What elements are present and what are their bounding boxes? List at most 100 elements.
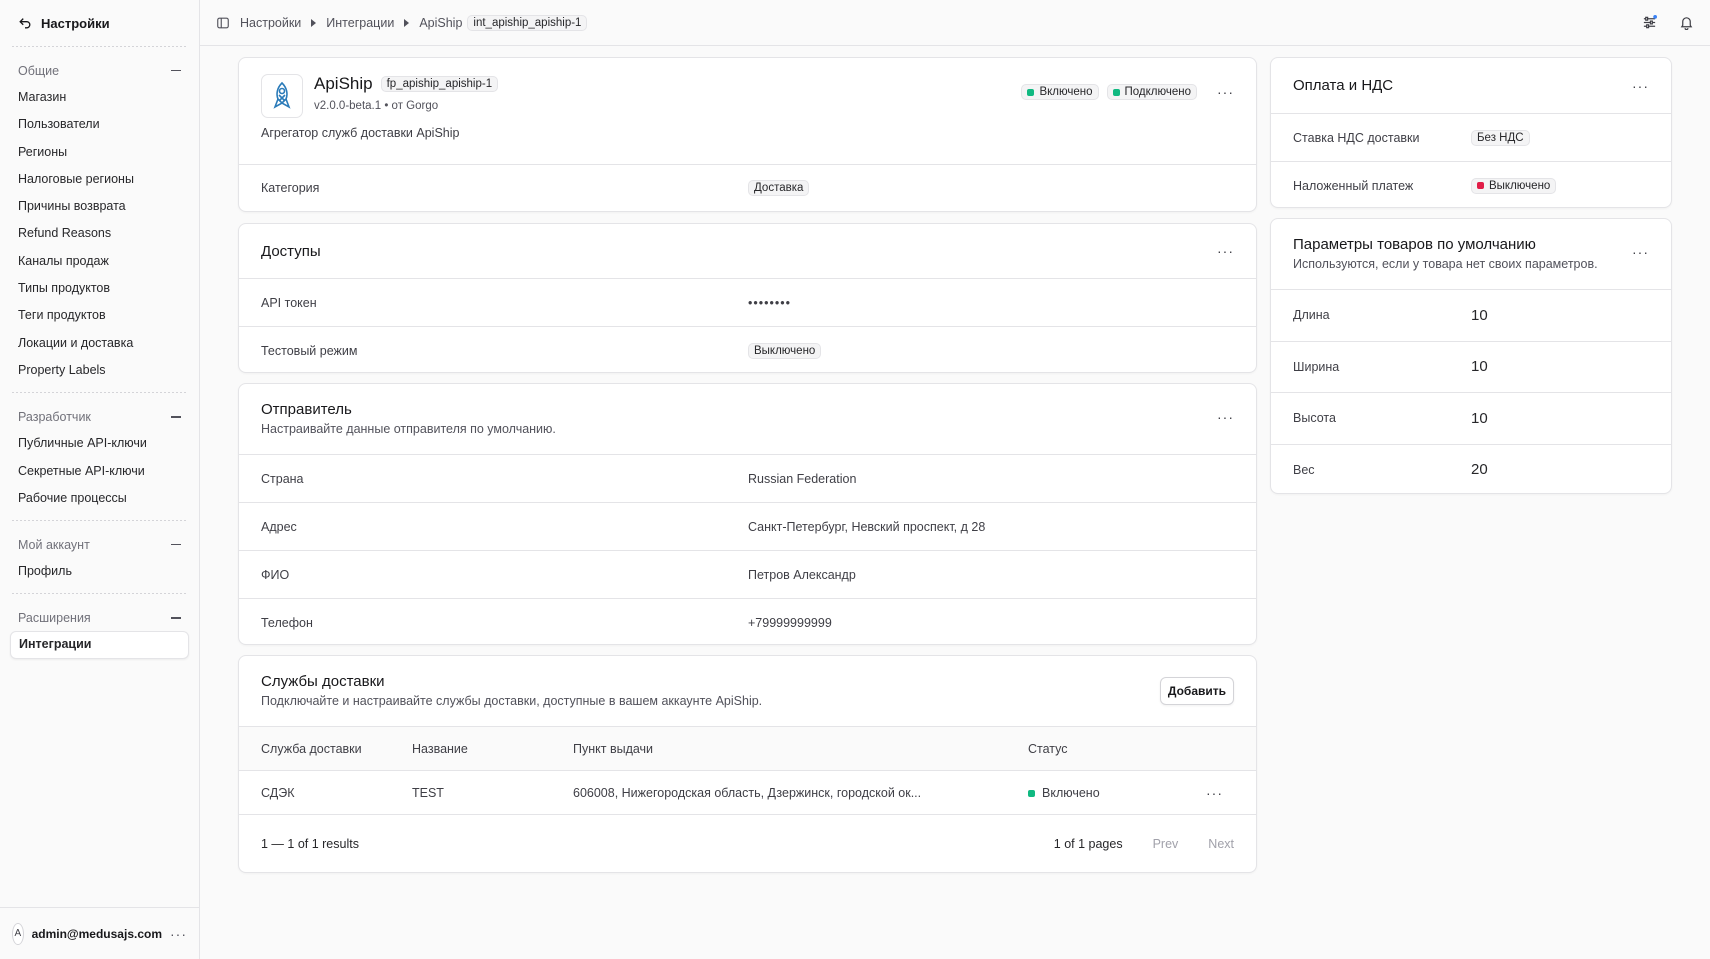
sidebar-item-publishable-keys[interactable]: Публичные API-ключи <box>10 430 189 457</box>
sidebar-item-users[interactable]: Пользователи <box>10 111 189 138</box>
sidebar-item-product-types[interactable]: Типы продуктов <box>10 275 189 302</box>
sender-subtitle: Настраивайте данные отправителя по умолч… <box>261 422 556 436</box>
table-header-row: Служба доставки Название Пункт выдачи Ст… <box>239 726 1256 771</box>
sidebar-item-store[interactable]: Магазин <box>10 84 189 111</box>
avatar: A <box>12 922 24 945</box>
name-row: ФИО Петров Александр <box>239 550 1256 598</box>
breadcrumb-chevron-icon <box>404 18 410 27</box>
group-title: Мой аккаунт <box>18 537 90 552</box>
column-header-service[interactable]: Служба доставки <box>239 726 412 771</box>
payment-menu-dots-icon[interactable]: ··· <box>1632 78 1649 94</box>
sidebar-item-secret-keys[interactable]: Секретные API-ключи <box>10 458 189 485</box>
category-label: Категория <box>261 181 320 195</box>
user-menu[interactable]: A admin@medusajs.com ··· <box>0 907 199 959</box>
plugin-code: fp_apiship_apiship-1 <box>380 76 499 92</box>
user-menu-dots-icon[interactable]: ··· <box>170 927 187 941</box>
category-row: Категория Доставка <box>239 164 1256 211</box>
collapse-icon <box>171 416 181 418</box>
settings-back-button[interactable]: Настройки <box>0 0 199 46</box>
sidebar-group-toggle[interactable]: Расширения <box>10 604 189 631</box>
user-email: admin@medusajs.com <box>31 926 162 941</box>
group-title: Разработчик <box>18 409 91 424</box>
back-arrow-icon <box>19 18 31 29</box>
weight-row: Вес 20 <box>1271 443 1671 494</box>
sidebar-group-developer: Разработчик Публичные API-ключи Секретны… <box>0 393 199 520</box>
cell-name: TEST <box>412 770 573 815</box>
status-badge-enabled: Включено <box>1021 84 1099 100</box>
api-token-label: API токен <box>261 295 317 310</box>
length-row: Длина 10 <box>1271 289 1671 341</box>
sender-title: Отправитель <box>261 401 352 418</box>
sender-menu-dots-icon[interactable]: ··· <box>1217 409 1234 425</box>
cell-point: 606008, Нижегородская область, Дзержинск… <box>573 770 1028 815</box>
weight-value: 20 <box>1471 461 1488 479</box>
sidebar: Настройки Общие Магазин Пользователи Рег… <box>0 0 200 959</box>
sidebar-item-property-labels[interactable]: Property Labels <box>10 357 189 384</box>
sender-card: Отправитель Настраивайте данные отправит… <box>238 383 1257 645</box>
sidebar-title: Настройки <box>41 15 110 31</box>
column-header-status[interactable]: Статус <box>1028 726 1206 771</box>
category-badge: Доставка <box>748 180 810 196</box>
sidebar-item-regions[interactable]: Регионы <box>10 139 189 166</box>
address-row: Адрес Санкт-Петербург, Невский проспект, … <box>239 502 1256 550</box>
settings-sliders-icon[interactable] <box>1642 15 1657 30</box>
add-service-button[interactable]: Добавить <box>1159 677 1234 705</box>
plugin-description: Агрегатор служб доставки ApiShip <box>261 126 460 140</box>
defaults-menu-dots-icon[interactable]: ··· <box>1632 244 1649 260</box>
breadcrumb-code: int_apiship_apiship-1 <box>467 14 588 31</box>
sidebar-item-tax-regions[interactable]: Налоговые регионы <box>10 166 189 193</box>
sidebar-group-account: Мой аккаунт Профиль <box>0 521 199 593</box>
collapse-icon <box>171 69 181 72</box>
badge-label: Выключено <box>1489 179 1551 192</box>
height-value: 10 <box>1471 409 1488 427</box>
address-label: Адрес <box>261 519 297 534</box>
defaults-title: Параметры товаров по умолчанию <box>1293 236 1536 253</box>
sidebar-group-toggle[interactable]: Мой аккаунт <box>10 531 189 558</box>
phone-row: Телефон +79999999999 <box>239 598 1256 644</box>
access-menu-dots-icon[interactable]: ··· <box>1217 243 1234 259</box>
country-label: Страна <box>261 471 304 486</box>
defaults-subtitle: Используются, если у товара нет своих па… <box>1293 257 1598 271</box>
bell-icon[interactable] <box>1679 15 1694 30</box>
table-row[interactable]: СДЭК TEST 606008, Нижегородская область,… <box>239 770 1256 815</box>
sidebar-item-refund-reasons[interactable]: Refund Reasons <box>10 220 189 247</box>
test-mode-badge: Выключено <box>748 342 822 359</box>
sidebar-item-profile[interactable]: Профиль <box>10 558 189 585</box>
status-label: Включено <box>1042 785 1100 800</box>
sidebar-item-product-tags[interactable]: Теги продуктов <box>10 302 189 329</box>
group-title: Расширения <box>18 610 91 625</box>
column-header-name[interactable]: Название <box>412 726 573 771</box>
sidebar-item-locations[interactable]: Локации и доставка <box>10 330 189 357</box>
sidebar-item-workflows[interactable]: Рабочие процессы <box>10 485 189 512</box>
cod-label: Наложенный платеж <box>1293 178 1414 193</box>
collapse-icon <box>171 543 181 546</box>
apiship-logo-icon <box>273 81 291 109</box>
sidebar-group-general: Общие Магазин Пользователи Регионы Налог… <box>0 47 199 392</box>
services-title: Службы доставки <box>261 673 385 690</box>
breadcrumb: Настройки Интеграции ApiShip int_apiship… <box>216 14 588 31</box>
prev-button[interactable]: Prev <box>1153 837 1179 851</box>
plugin-menu-dots-icon[interactable]: ··· <box>1217 84 1234 100</box>
status-dot <box>1028 789 1035 797</box>
address-value: Санкт-Петербург, Невский проспект, д 28 <box>748 519 986 534</box>
test-mode-row: Тестовый режим Выключено <box>239 326 1256 372</box>
length-value: 10 <box>1471 306 1488 324</box>
row-menu-dots-icon[interactable]: ··· <box>1206 770 1256 815</box>
plugin-name: ApiShip <box>314 74 373 93</box>
cell-service: СДЭК <box>239 770 412 815</box>
sidebar-item-integrations[interactable]: Интеграции <box>10 631 189 659</box>
next-button[interactable]: Next <box>1208 837 1234 851</box>
breadcrumb-settings[interactable]: Настройки <box>240 16 301 30</box>
sidebar-item-return-reasons[interactable]: Причины возврата <box>10 193 189 220</box>
column-header-point[interactable]: Пункт выдачи <box>573 726 1028 771</box>
sidebar-group-toggle[interactable]: Общие <box>10 57 189 84</box>
services-subtitle: Подключайте и настраивайте службы достав… <box>261 694 763 708</box>
defaults-card: Параметры товаров по умолчанию Использую… <box>1270 218 1672 494</box>
sidebar-item-sales-channels[interactable]: Каналы продаж <box>10 248 189 275</box>
sidebar-toggle-icon[interactable] <box>216 16 230 30</box>
phone-label: Телефон <box>261 615 313 630</box>
country-value: Russian Federation <box>748 471 857 486</box>
breadcrumb-integrations[interactable]: Интеграции <box>326 16 394 30</box>
country-row: Страна Russian Federation <box>239 454 1256 502</box>
sidebar-group-toggle[interactable]: Разработчик <box>10 403 189 430</box>
